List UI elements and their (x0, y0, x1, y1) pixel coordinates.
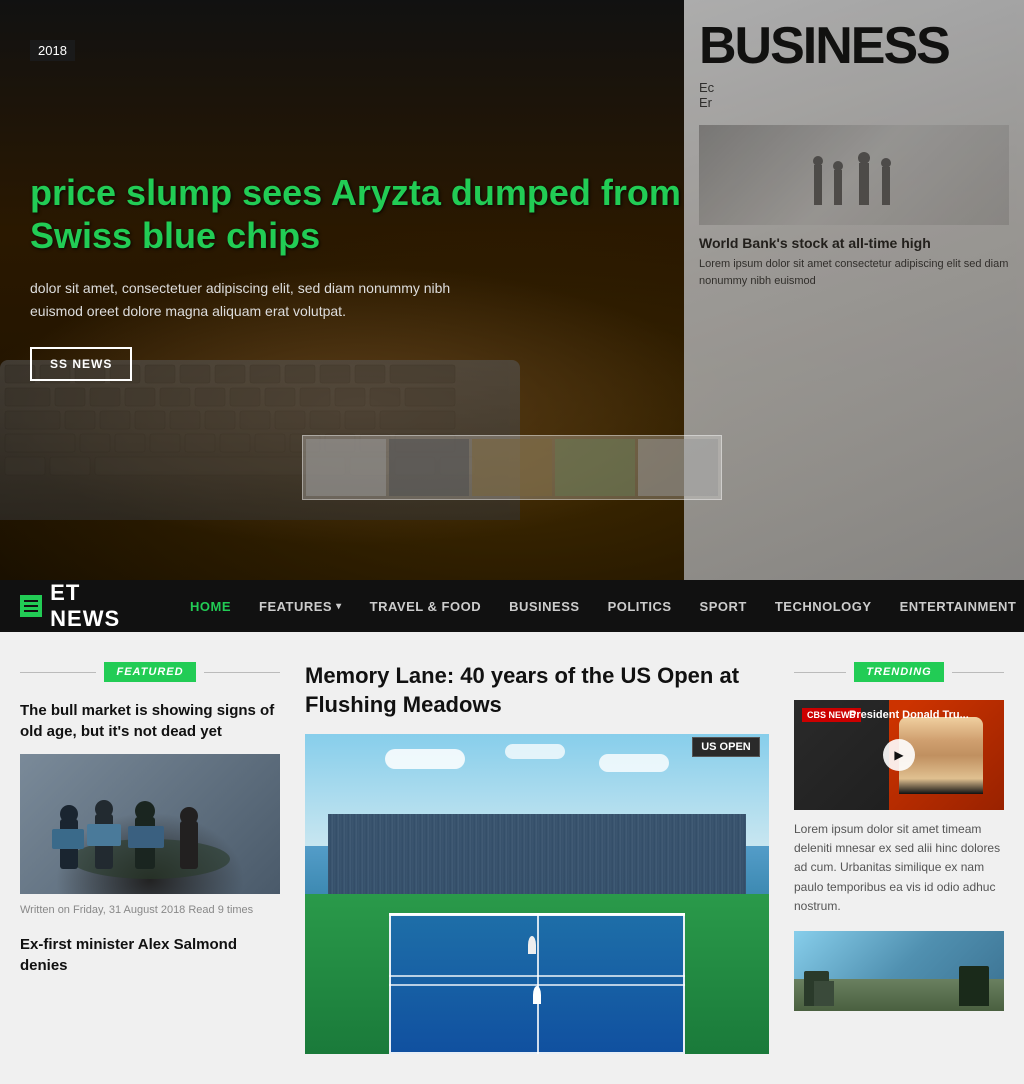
logo-text: ET NEWS (50, 580, 126, 632)
video-play-button[interactable]: ▶ (883, 739, 915, 771)
featured-badge: FEATURED (104, 662, 195, 682)
main-content: FEATURED The bull market is showing sign… (0, 632, 1024, 1084)
hero-thumb-2[interactable] (389, 439, 469, 496)
featured-article-meta: Written on Friday, 31 August 2018 Read 9… (20, 904, 280, 916)
nav-item-travel[interactable]: TRAVEL & FOOD (356, 580, 495, 632)
trending-header-line-right (952, 672, 1004, 673)
trending-header: TRENDING (794, 662, 1004, 682)
nav-item-home[interactable]: HOME (176, 580, 245, 632)
featured-img-people (20, 804, 280, 894)
featured-article-title: The bull market is showing signs of old … (20, 700, 280, 742)
featured-header-line-right (204, 672, 280, 673)
hero-thumb-5[interactable] (638, 439, 718, 496)
navbar: ET NEWS HOME FEATURES TRAVEL & FOOD BUSI… (0, 580, 1024, 632)
trending-video[interactable]: CBS NEWS President Donald Tru... ▶ (794, 700, 1004, 810)
nav-item-politics[interactable]: POLITICS (594, 580, 686, 632)
trending-video-description: Lorem ipsum dolor sit amet timeam deleni… (794, 820, 1004, 916)
nav-item-technology[interactable]: TECHNOLOGY (761, 580, 886, 632)
navbar-logo[interactable]: ET NEWS (20, 580, 126, 632)
hero-year: 2018 (30, 40, 75, 61)
trending-header-line-left (794, 672, 846, 673)
center-article-image: // Generate crowd dots inline via CSS (305, 734, 769, 1054)
hero-thumb-4[interactable] (555, 439, 635, 496)
hero-cta-button[interactable]: SS NEWS (30, 347, 132, 381)
featured-header: FEATURED (20, 662, 280, 682)
hero-thumb-1[interactable] (306, 439, 386, 496)
nav-item-sport[interactable]: SPORT (686, 580, 761, 632)
trending-image-2[interactable] (794, 931, 1004, 1011)
trending-sidebar: TRENDING CBS NEWS President Donald Tru..… (794, 662, 1004, 1054)
hero-headline: price slump sees Aryzta dumped from Swis… (30, 171, 730, 257)
tennis-court: // Generate crowd dots inline via CSS (305, 734, 769, 1054)
trending-badge: TRENDING (854, 662, 943, 682)
nav-item-features[interactable]: FEATURES (245, 580, 356, 632)
nav-item-entertainment[interactable]: ENTERTAINMENT (886, 580, 1024, 632)
video-title: President Donald Tru... (849, 708, 996, 722)
featured-header-line-left (20, 672, 96, 673)
featured-article-image[interactable] (20, 754, 280, 894)
hero-thumb-3[interactable] (472, 439, 552, 496)
navbar-nav: HOME FEATURES TRAVEL & FOOD BUSINESS POL… (176, 580, 1024, 632)
hero-section: BUSINESS Ec Er World Bank's stock at all… (0, 0, 1024, 580)
featured-article-title2: Ex-first minister Alex Salmond denies (20, 934, 280, 976)
featured-sidebar: FEATURED The bull market is showing sign… (20, 662, 280, 1054)
center-column: Memory Lane: 40 years of the US Open at … (305, 662, 769, 1054)
hero-thumbnails (302, 435, 722, 500)
nav-item-business[interactable]: BUSINESS (495, 580, 593, 632)
logo-icon (20, 595, 42, 617)
hero-description: dolor sit amet, consectetuer adipiscing … (30, 277, 480, 322)
center-article-title: Memory Lane: 40 years of the US Open at … (305, 662, 769, 719)
